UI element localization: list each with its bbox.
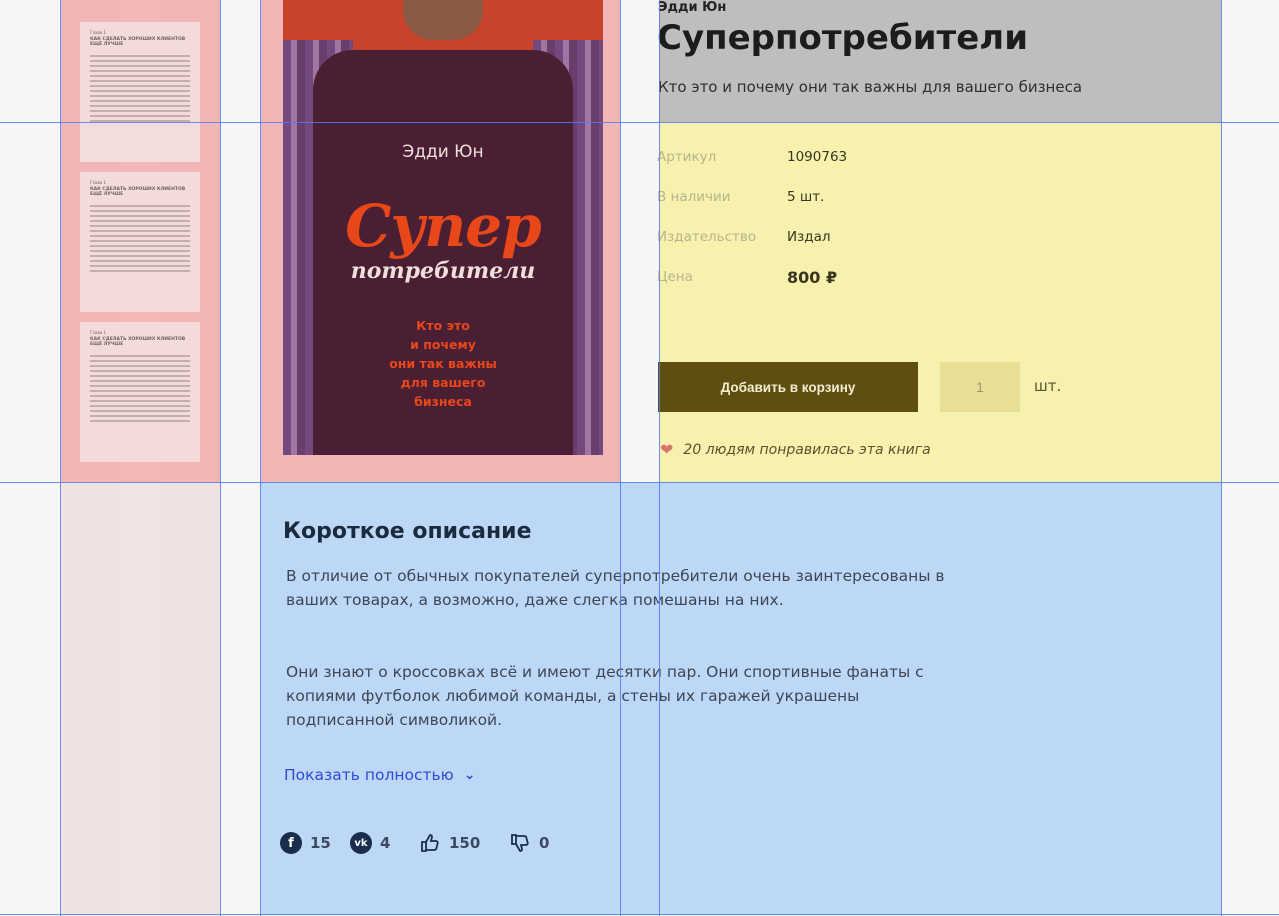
- thumbs-down-count: 0: [539, 834, 550, 852]
- grid-guide-vertical: [260, 0, 261, 916]
- cover-subtitle-line: для вашего: [400, 375, 486, 390]
- preview-page-thumbnail[interactable]: Глава 1 КАК СДЕЛАТЬ ХОРОШИХ КЛИЕНТОВ ЕЩЁ…: [80, 22, 200, 162]
- chevron-down-icon: ⌄: [463, 767, 476, 783]
- book-subtitle: Кто это и почему они так важны для вашег…: [658, 78, 1083, 96]
- cover-subtitle-line: Кто это: [416, 318, 470, 333]
- cover-subtitle-line: бизнеса: [414, 394, 472, 409]
- book-author[interactable]: Эдди Юн: [658, 0, 726, 15]
- facebook-count: 15: [310, 834, 331, 852]
- spec-label-publisher: Издательство: [657, 229, 757, 245]
- grid-guide-vertical: [620, 0, 621, 916]
- thumbs-up-icon: [419, 832, 441, 854]
- cover-author: Эдди Юн: [402, 142, 484, 162]
- grid-guide-horizontal: [0, 482, 1279, 483]
- spec-value-price: 800 ₽: [787, 268, 838, 287]
- preview-page-thumbnail[interactable]: Глава 1 КАК СДЕЛАТЬ ХОРОШИХ КЛИЕНТОВ ЕЩЁ…: [80, 322, 200, 462]
- facebook-share-button[interactable]: f 15: [280, 832, 331, 854]
- grid-guide-vertical: [220, 0, 221, 916]
- show-more-link[interactable]: Показать полностью ⌄: [284, 766, 475, 784]
- likes-info: ❤ 20 людям понравилась эта книга: [660, 440, 931, 459]
- description-title: Короткое описание: [283, 519, 532, 544]
- quantity-unit: шт.: [1034, 377, 1062, 395]
- vk-icon: vk: [350, 832, 372, 854]
- quantity-input[interactable]: [940, 362, 1020, 412]
- cover-subtitle-line: они так важны: [389, 356, 497, 371]
- cover-title-line2: потребители: [350, 258, 536, 284]
- cover-neck: [403, 0, 483, 40]
- cover-subtitle-line: и почему: [410, 337, 476, 352]
- thumbs-up-button[interactable]: 150: [419, 832, 480, 854]
- preview-chapter: Глава 1: [90, 30, 107, 35]
- spec-value-article: 1090763: [787, 149, 848, 165]
- grid-guide-horizontal: [0, 914, 1279, 915]
- cover-title-line1: Супер: [345, 192, 541, 260]
- likes-text: 20 людям понравилась эта книга: [683, 441, 931, 458]
- left-column-lower-region: [61, 482, 220, 915]
- show-more-label: Показать полностью: [284, 766, 454, 784]
- cover-subtitle: Кто это и почему они так важны для вашег…: [283, 316, 603, 411]
- spec-value-stock: 5 шт.: [787, 189, 825, 205]
- grid-guide-vertical: [60, 0, 61, 916]
- grid-guide-vertical: [1221, 0, 1222, 916]
- preview-chapter: Глава 1: [90, 180, 107, 185]
- description-paragraph: В отличие от обычных покупателей суперпо…: [286, 567, 945, 609]
- vk-count: 4: [380, 834, 391, 852]
- page-title: Суперпотребители: [657, 18, 1029, 58]
- grid-guide-horizontal: [0, 122, 1279, 123]
- spec-label-price: Цена: [657, 269, 693, 285]
- thumbs-down-button[interactable]: 0: [509, 832, 549, 854]
- description-paragraph: Они знают о кроссовках всё и имеют десят…: [286, 663, 924, 729]
- thumbs-up-count: 150: [449, 834, 481, 852]
- book-cover-image[interactable]: Эдди Юн Супер потребители Кто это и поче…: [283, 0, 603, 455]
- preview-heading: КАК СДЕЛАТЬ ХОРОШИХ КЛИЕНТОВ ЕЩЁ ЛУЧШЕ: [90, 37, 186, 47]
- purchase-region: [659, 122, 1221, 482]
- add-to-cart-button[interactable]: Добавить в корзину: [658, 362, 918, 412]
- vk-share-button[interactable]: vk 4: [350, 832, 390, 854]
- spec-label-stock: В наличии: [657, 189, 731, 205]
- preview-heading: КАК СДЕЛАТЬ ХОРОШИХ КЛИЕНТОВ ЕЩЁ ЛУЧШЕ: [90, 337, 186, 347]
- spec-label-article: Артикул: [657, 149, 717, 165]
- heart-icon[interactable]: ❤: [660, 440, 673, 459]
- preview-heading: КАК СДЕЛАТЬ ХОРОШИХ КЛИЕНТОВ ЕЩЁ ЛУЧШЕ: [90, 187, 186, 197]
- thumbs-down-icon: [509, 832, 531, 854]
- spec-value-publisher: Издал: [787, 229, 831, 245]
- preview-page-thumbnail[interactable]: Глава 1 КАК СДЕЛАТЬ ХОРОШИХ КЛИЕНТОВ ЕЩЁ…: [80, 172, 200, 312]
- preview-chapter: Глава 1: [90, 330, 107, 335]
- facebook-icon: f: [280, 832, 302, 854]
- grid-guide-vertical: [659, 0, 660, 916]
